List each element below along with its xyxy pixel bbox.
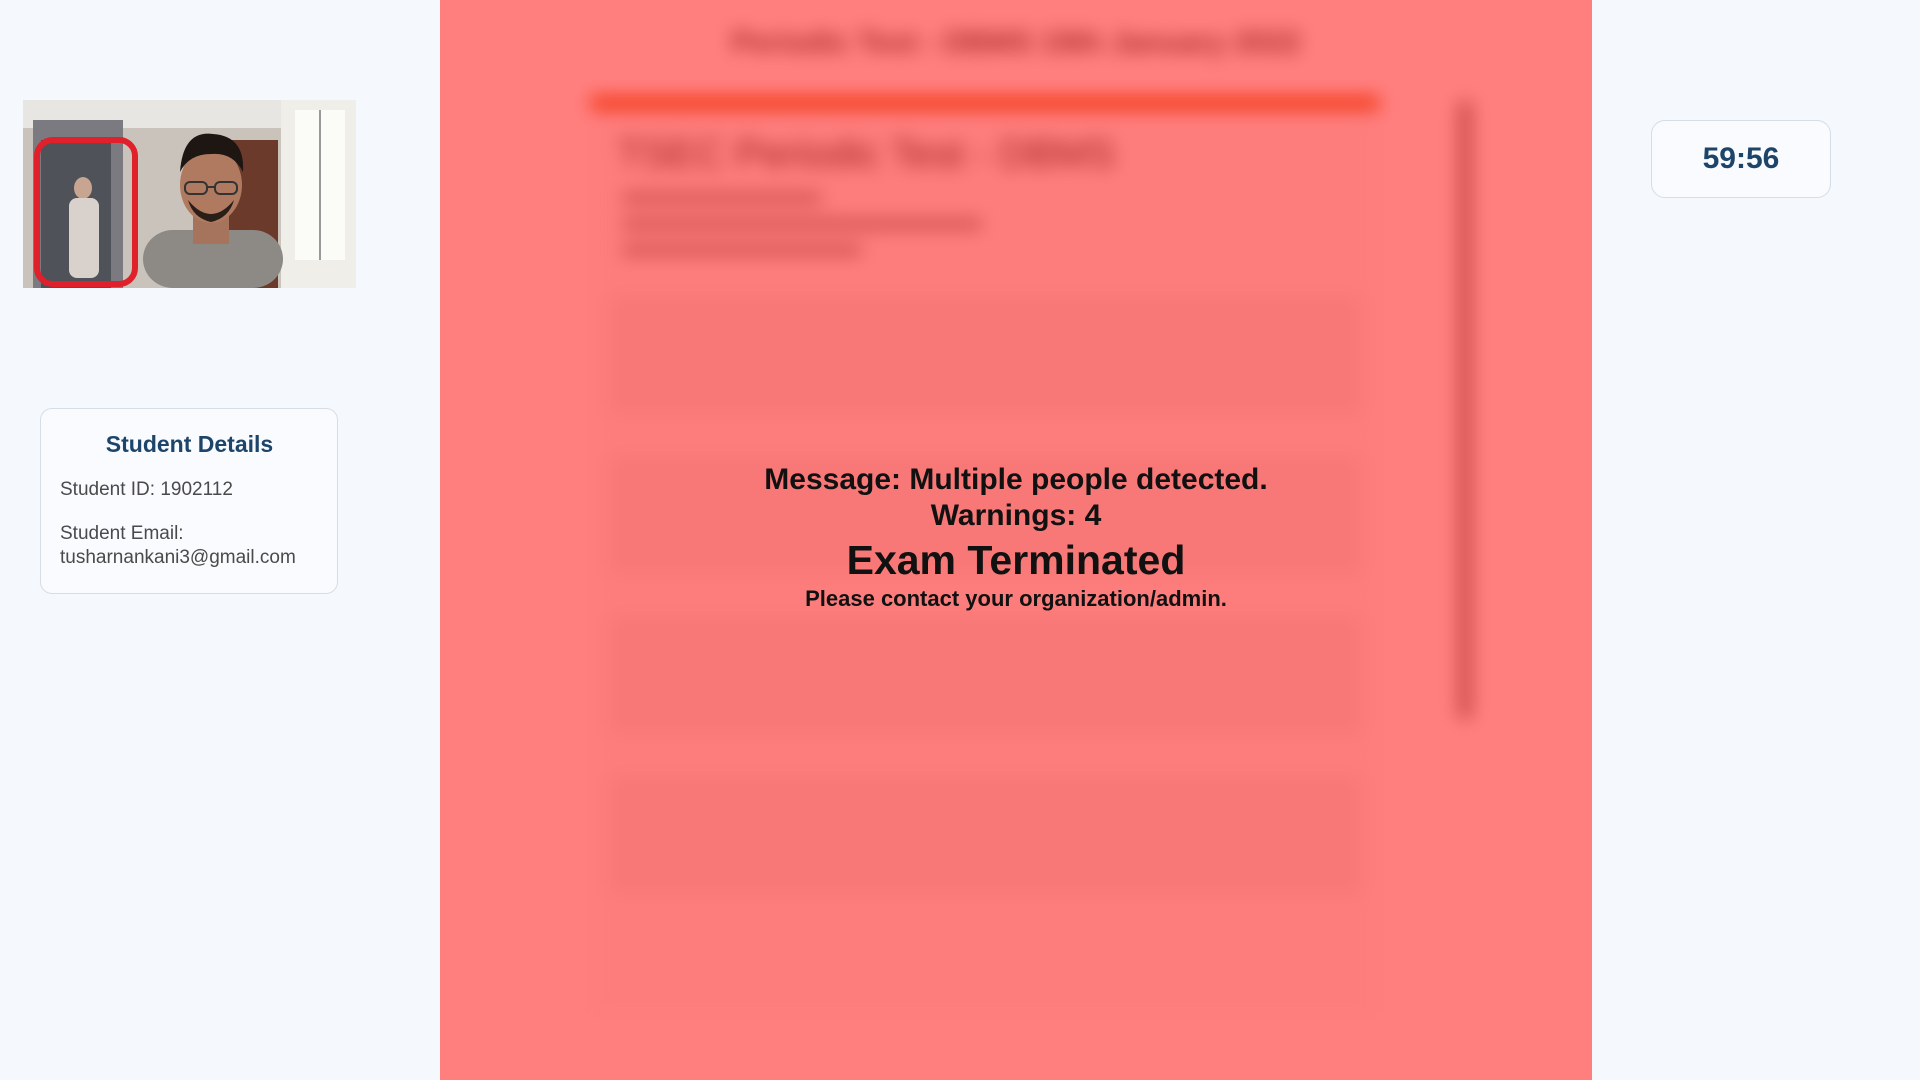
student-id: Student ID: 1902112 — [60, 479, 233, 500]
termination-message: Message: Multiple people detected. Warni… — [440, 462, 1592, 614]
timer-value: 59:56 — [1702, 142, 1780, 175]
student-email: Student Email: tusharnankani3@gmail.com — [60, 522, 319, 570]
webcam-image — [23, 100, 356, 288]
contact-admin-text: Please contact your organization/admin. — [805, 586, 1227, 611]
detection-message: Message: Multiple people detected. — [764, 463, 1268, 496]
exam-terminated-heading: Exam Terminated — [846, 537, 1186, 583]
warnings-count: Warnings: 4 — [930, 499, 1102, 532]
exam-panel: Periodic Test - DBMS 19th January 2022 T… — [440, 0, 1592, 1080]
student-email-label: Student Email: — [60, 523, 184, 544]
student-details-title: Student Details — [105, 431, 274, 457]
student-email-value: tusharnankani3@gmail.com — [60, 547, 296, 568]
exam-timer: 59:56 — [1651, 120, 1831, 198]
student-details-card: Student Details Student ID: 1902112 Stud… — [40, 408, 338, 594]
proctoring-page: Student Details Student ID: 1902112 Stud… — [0, 0, 1920, 1080]
webcam-preview — [23, 100, 356, 288]
